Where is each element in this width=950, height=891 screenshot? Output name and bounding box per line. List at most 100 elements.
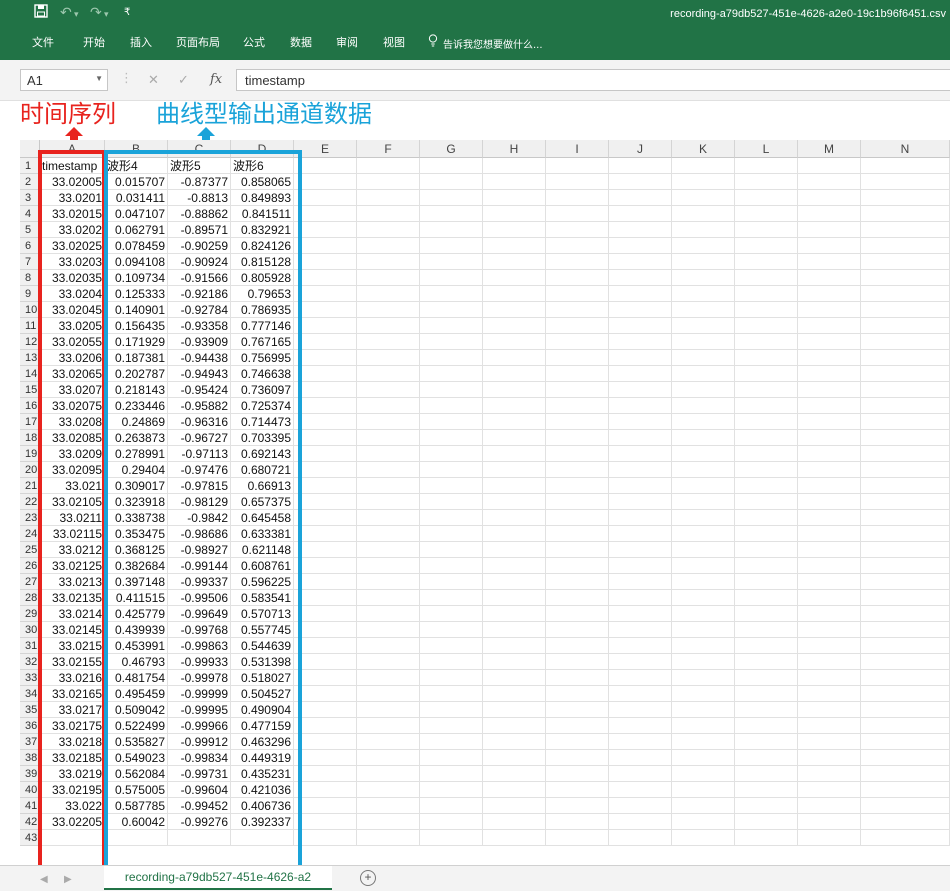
data-cell[interactable] — [483, 638, 546, 654]
data-cell[interactable] — [483, 318, 546, 334]
data-cell[interactable] — [546, 654, 609, 670]
row-header[interactable]: 42 — [20, 814, 40, 830]
row-header[interactable]: 2 — [20, 174, 40, 190]
data-cell[interactable] — [798, 206, 861, 222]
data-cell[interactable] — [420, 254, 483, 270]
data-cell[interactable] — [672, 654, 735, 670]
data-cell[interactable] — [735, 782, 798, 798]
row-header[interactable]: 40 — [20, 782, 40, 798]
data-cell[interactable] — [798, 654, 861, 670]
data-cell[interactable] — [294, 782, 357, 798]
data-cell[interactable] — [294, 590, 357, 606]
data-cell[interactable] — [609, 510, 672, 526]
data-cell[interactable] — [546, 510, 609, 526]
data-cell[interactable] — [546, 366, 609, 382]
data-cell[interactable] — [483, 494, 546, 510]
data-cell[interactable] — [420, 638, 483, 654]
data-cell[interactable] — [294, 654, 357, 670]
tab-view[interactable]: 视图 — [383, 34, 405, 50]
data-cell[interactable] — [609, 558, 672, 574]
data-cell[interactable] — [861, 302, 950, 318]
data-cell[interactable] — [294, 510, 357, 526]
data-cell[interactable] — [735, 238, 798, 254]
data-cell[interactable] — [609, 462, 672, 478]
data-cell[interactable] — [294, 574, 357, 590]
tab-file[interactable]: 文件 — [32, 34, 54, 50]
data-cell[interactable] — [672, 510, 735, 526]
data-cell[interactable] — [546, 766, 609, 782]
data-cell[interactable] — [483, 782, 546, 798]
data-cell[interactable] — [609, 478, 672, 494]
data-cell[interactable] — [609, 606, 672, 622]
data-cell[interactable] — [357, 542, 420, 558]
data-cell[interactable] — [294, 414, 357, 430]
data-cell[interactable] — [483, 446, 546, 462]
undo-icon[interactable]: ↶ — [60, 4, 72, 21]
data-cell[interactable] — [483, 286, 546, 302]
data-cell[interactable] — [546, 830, 609, 846]
column-header-g[interactable]: G — [420, 140, 483, 158]
data-cell[interactable] — [546, 702, 609, 718]
data-cell[interactable] — [294, 238, 357, 254]
data-cell[interactable] — [294, 718, 357, 734]
data-cell[interactable] — [483, 430, 546, 446]
data-cell[interactable] — [672, 222, 735, 238]
data-cell[interactable] — [483, 686, 546, 702]
data-cell[interactable] — [420, 430, 483, 446]
data-cell[interactable] — [735, 174, 798, 190]
data-cell[interactable] — [357, 606, 420, 622]
data-cell[interactable] — [798, 670, 861, 686]
data-cell[interactable] — [420, 510, 483, 526]
data-cell[interactable] — [672, 382, 735, 398]
data-cell[interactable] — [672, 270, 735, 286]
data-cell[interactable] — [609, 254, 672, 270]
data-cell[interactable] — [357, 798, 420, 814]
data-cell[interactable] — [294, 478, 357, 494]
row-header[interactable]: 9 — [20, 286, 40, 302]
data-cell[interactable] — [294, 222, 357, 238]
data-cell[interactable] — [546, 750, 609, 766]
data-cell[interactable] — [861, 366, 950, 382]
data-cell[interactable] — [294, 462, 357, 478]
header-cell[interactable] — [420, 158, 483, 174]
data-cell[interactable] — [294, 494, 357, 510]
row-header[interactable]: 4 — [20, 206, 40, 222]
data-cell[interactable] — [735, 670, 798, 686]
data-cell[interactable] — [357, 382, 420, 398]
row-header[interactable]: 10 — [20, 302, 40, 318]
data-cell[interactable] — [735, 286, 798, 302]
data-cell[interactable] — [672, 398, 735, 414]
data-cell[interactable] — [483, 590, 546, 606]
column-header-k[interactable]: K — [672, 140, 735, 158]
data-cell[interactable] — [861, 446, 950, 462]
data-cell[interactable] — [420, 350, 483, 366]
data-cell[interactable] — [735, 222, 798, 238]
data-cell[interactable] — [609, 286, 672, 302]
row-header[interactable]: 39 — [20, 766, 40, 782]
row-header[interactable]: 11 — [20, 318, 40, 334]
data-cell[interactable] — [798, 430, 861, 446]
data-cell[interactable] — [420, 654, 483, 670]
data-cell[interactable] — [861, 798, 950, 814]
data-cell[interactable] — [294, 206, 357, 222]
data-cell[interactable] — [672, 254, 735, 270]
data-cell[interactable] — [672, 574, 735, 590]
data-cell[interactable] — [357, 574, 420, 590]
data-cell[interactable] — [609, 574, 672, 590]
data-cell[interactable] — [672, 494, 735, 510]
data-cell[interactable] — [483, 382, 546, 398]
data-cell[interactable] — [483, 190, 546, 206]
data-cell[interactable] — [861, 430, 950, 446]
data-cell[interactable] — [357, 462, 420, 478]
data-cell[interactable] — [798, 318, 861, 334]
data-cell[interactable] — [483, 798, 546, 814]
data-cell[interactable] — [546, 254, 609, 270]
prev-sheet-icon[interactable]: ◀ — [40, 874, 48, 885]
data-cell[interactable] — [420, 558, 483, 574]
data-cell[interactable] — [672, 766, 735, 782]
data-cell[interactable] — [420, 750, 483, 766]
data-cell[interactable] — [672, 286, 735, 302]
data-cell[interactable] — [546, 606, 609, 622]
data-cell[interactable] — [483, 574, 546, 590]
data-cell[interactable] — [735, 382, 798, 398]
